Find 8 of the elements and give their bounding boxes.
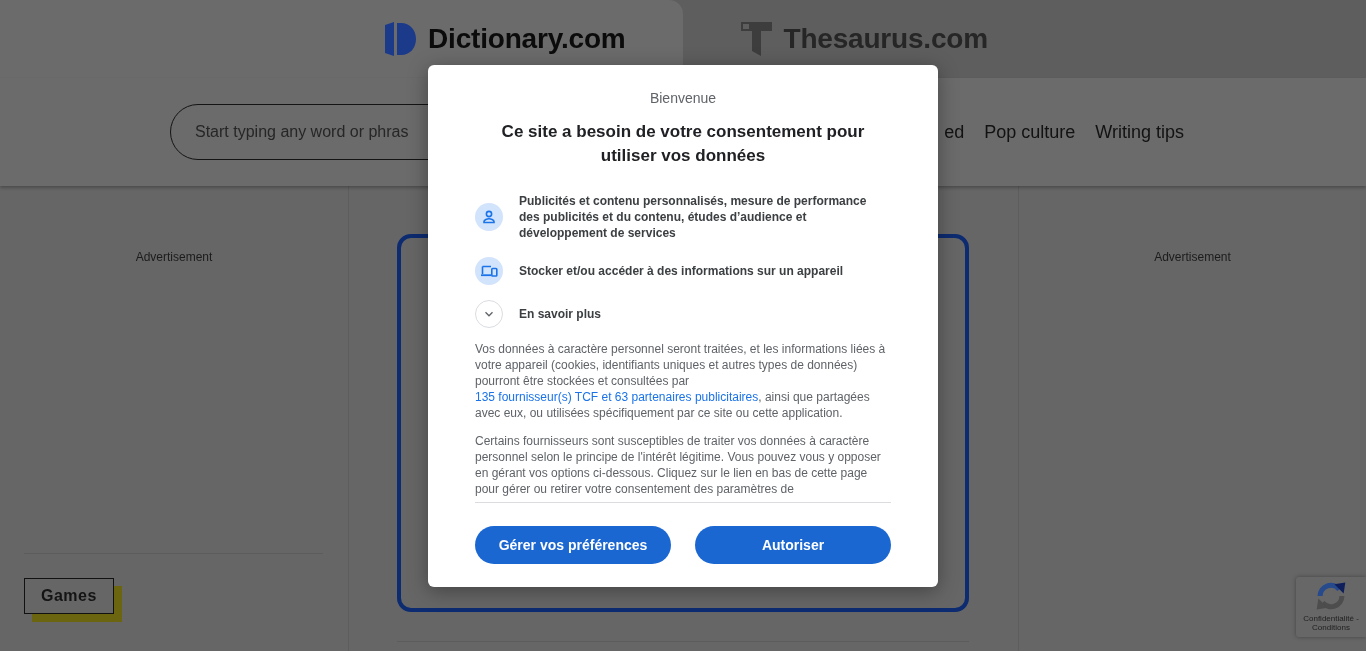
purpose-label: Stocker et/ou accéder à des informations sur un appareil (519, 262, 844, 279)
dialog-eyebrow: Bienvenue (648, 88, 718, 108)
interest-paragraph: Certains fournisseurs sont susceptibles de traiter vos données à caractère personnel selon le principe de l'intérêt légitime. Vous pouvez vous y opposer en gérant vos options ci-dessous. Cliquez sur le lien en bas de cette page pour gérer ou retirer votre consentement des paramètres de (475, 432, 882, 497)
dialog-title: Ce site a besoin de votre consentement pour utiliser vos données (500, 120, 866, 167)
ad-label: Advertisement (135, 250, 213, 264)
purpose-label: Publicités et contenu personnalisés, mesure de performance des publicités et du contenu, études d’audience et développement de services (519, 192, 868, 241)
notice-paragraph: Vos données à caractère personnel seront traitées, et les informations liées à votre appareil (cookies, identifiants uniques et autres types de données) pourront être stockées et consultées par 135 fournisseur(s) TCF et 63 partenaires publicitaires, ainsi que partagées avec eux, ou utilisées spécifiquement par ce site ou cette application. (475, 340, 887, 421)
ad-label: Advertisement (1154, 250, 1231, 264)
